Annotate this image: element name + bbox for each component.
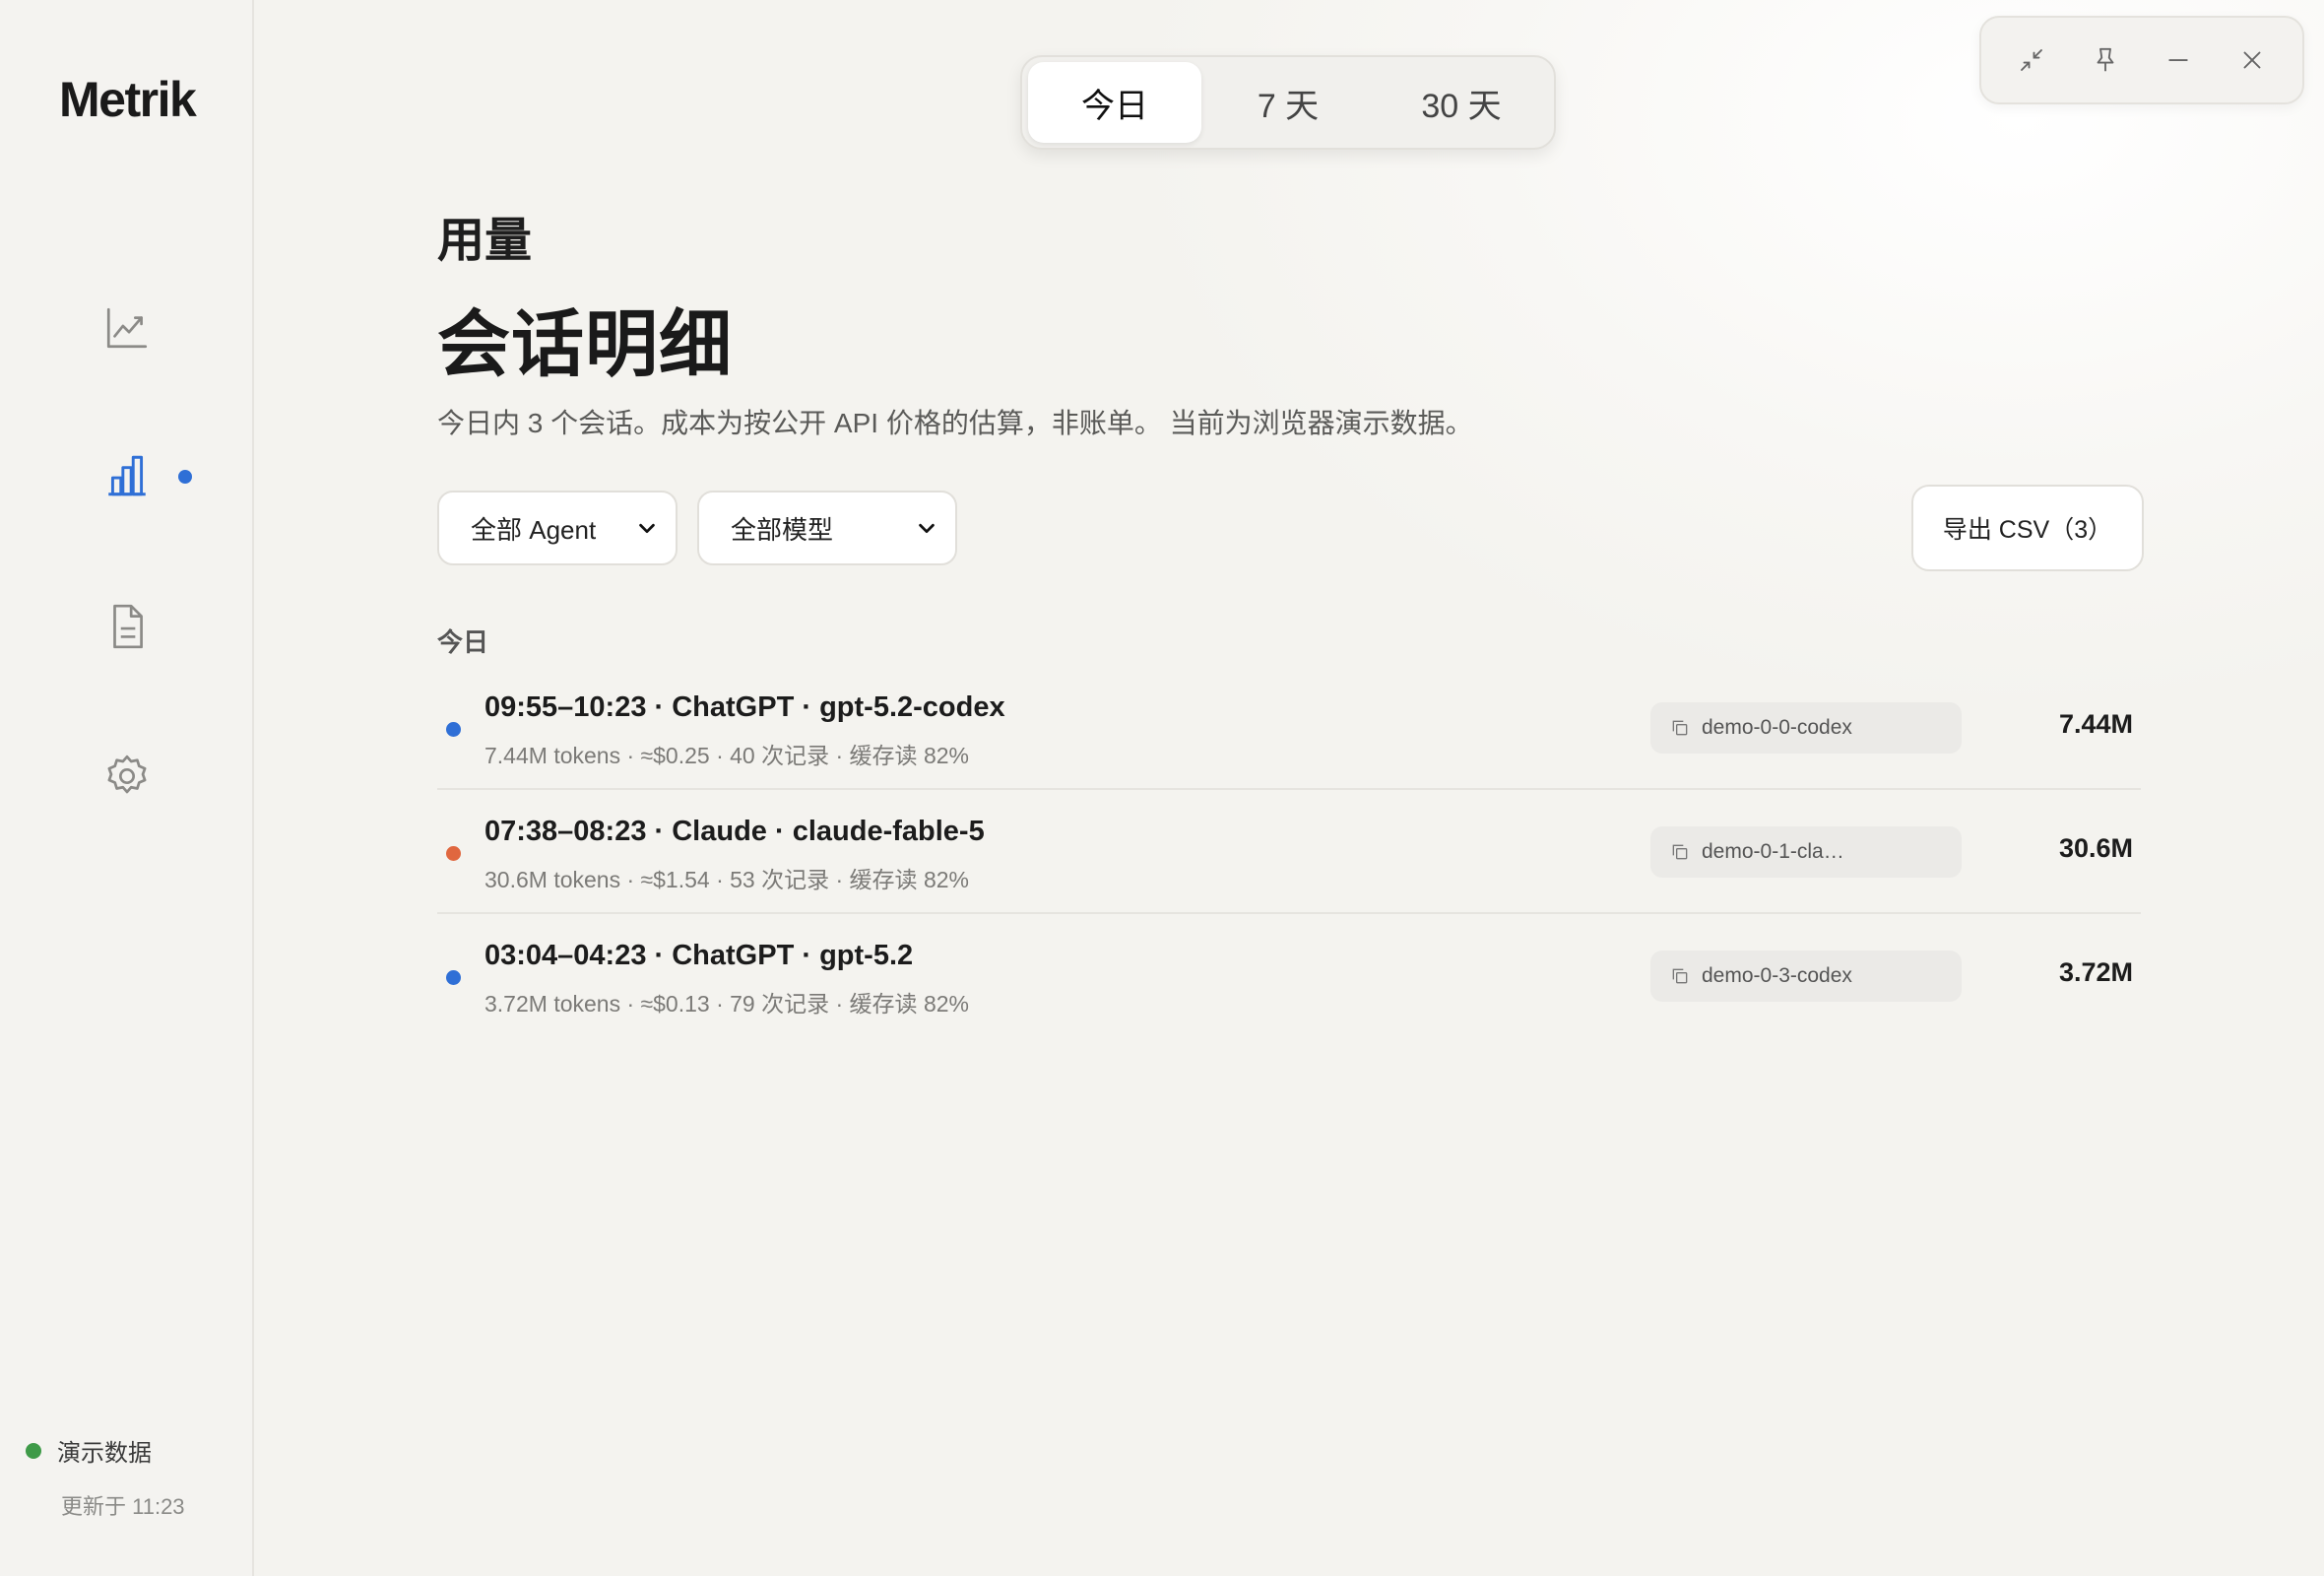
page-subtitle: 今日内 3 个会话。成本为按公开 API 价格的估算，非账单。 当前为浏览器演示… [437, 408, 1473, 438]
agent-filter-select[interactable]: 全部 Agent [437, 491, 678, 565]
session-title: 03:04–04:23 · ChatGPT · gpt-5.2 [484, 940, 914, 971]
session-id: demo-0-0-codex [1702, 716, 1852, 739]
pin-button[interactable] [2082, 36, 2129, 84]
close-icon [2243, 51, 2261, 69]
trend-line-icon [106, 307, 148, 349]
gear-icon [107, 755, 147, 794]
minimize-button[interactable] [2155, 36, 2202, 84]
brand-logo: Metrik [59, 72, 197, 127]
session-token-amount: 3.72M [2058, 957, 2133, 987]
export-csv-button[interactable]: 导出 CSV（3） [1911, 485, 2144, 571]
session-id-chip[interactable]: demo-0-3-codex [1650, 951, 1962, 1002]
range-segmented-control: 今日 7 天 30 天 [1020, 55, 1556, 150]
nav-settings[interactable] [98, 748, 156, 805]
nav-trend[interactable] [98, 299, 156, 357]
window-controls [1979, 16, 2304, 104]
model-filter-select[interactable]: 全部模型 [697, 491, 957, 565]
session-id-chip[interactable]: demo-0-1-cla… [1650, 826, 1962, 878]
close-button[interactable] [2228, 36, 2276, 84]
model-filter-value: 全部模型 [731, 514, 834, 545]
copy-icon [1672, 844, 1688, 860]
updated-time: 更新于 11:23 [61, 1494, 185, 1519]
copy-icon [1672, 720, 1688, 736]
nav-reports[interactable] [98, 598, 156, 655]
agent-color-dot [446, 846, 461, 861]
session-id: demo-0-1-cla… [1702, 840, 1844, 863]
data-status: 演示数据 [26, 1433, 152, 1468]
agent-color-dot [446, 970, 461, 985]
session-token-amount: 7.44M [2058, 709, 2133, 739]
range-tab-7d[interactable]: 7 天 [1201, 62, 1375, 143]
document-icon [113, 604, 143, 649]
session-id: demo-0-3-codex [1702, 964, 1852, 987]
section-label: 用量 [437, 215, 533, 267]
session-list: 09:55–10:23 · ChatGPT · gpt-5.2-codex 7.… [437, 666, 2141, 1038]
agent-color-dot [446, 722, 461, 737]
session-meta: 7.44M tokens · ≈$0.25 · 40 次记录 · 缓存读 82% [484, 743, 969, 768]
session-title: 07:38–08:23 · Claude · claude-fable-5 [484, 816, 985, 847]
session-token-amount: 30.6M [2058, 833, 2133, 863]
range-tab-30d[interactable]: 30 天 [1375, 62, 1548, 143]
group-label: 今日 [437, 627, 489, 657]
session-row[interactable]: 03:04–04:23 · ChatGPT · gpt-5.2 3.72M to… [437, 914, 2141, 1038]
minimize-icon [2168, 59, 2188, 61]
chevron-down-icon [636, 517, 658, 539]
bar-chart-icon [108, 455, 146, 496]
session-row[interactable]: 07:38–08:23 · Claude · claude-fable-5 30… [437, 790, 2141, 914]
collapse-arrows-icon [2021, 49, 2043, 71]
chevron-down-icon [916, 517, 937, 539]
session-title: 09:55–10:23 · ChatGPT · gpt-5.2-codex [484, 691, 1005, 723]
status-label: 演示数据 [57, 1440, 152, 1467]
session-row[interactable]: 09:55–10:23 · ChatGPT · gpt-5.2-codex 7.… [437, 666, 2141, 790]
session-meta: 3.72M tokens · ≈$0.13 · 79 次记录 · 缓存读 82% [484, 991, 969, 1017]
nav-usage[interactable] [98, 447, 156, 504]
sidebar: Metrik 演示数据 更新于 11:23 [0, 0, 254, 1576]
agent-filter-value: 全部 Agent [471, 514, 597, 545]
collapse-button[interactable] [2008, 36, 2055, 84]
pin-icon [2097, 47, 2114, 72]
status-dot [26, 1442, 41, 1459]
session-meta: 30.6M tokens · ≈$1.54 · 53 次记录 · 缓存读 82% [484, 867, 969, 892]
range-tab-today[interactable]: 今日 [1028, 62, 1201, 143]
active-indicator-dot [178, 470, 192, 484]
session-id-chip[interactable]: demo-0-0-codex [1650, 702, 1962, 754]
copy-icon [1672, 968, 1688, 984]
page-title: 会话明细 [437, 303, 733, 385]
